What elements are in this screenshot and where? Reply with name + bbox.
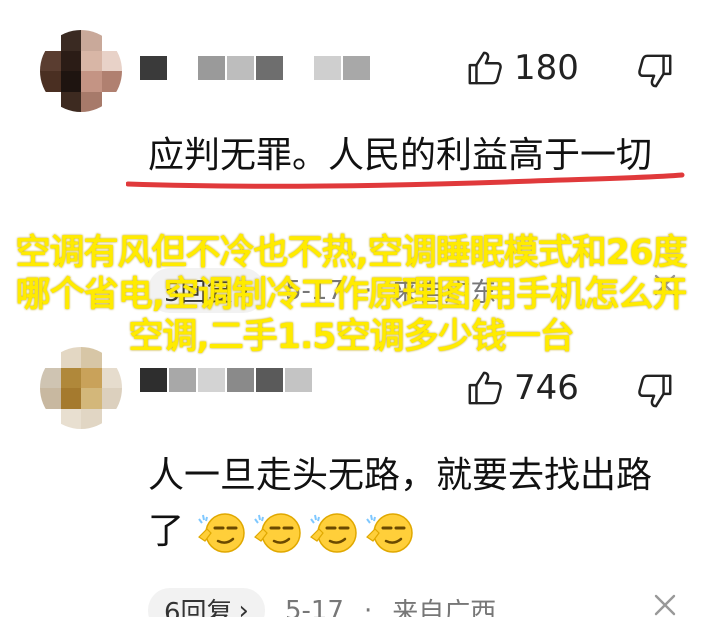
avatar[interactable]	[40, 347, 122, 429]
thumbs-down-icon[interactable]	[636, 372, 674, 410]
smirk-emoji-icon	[366, 513, 414, 553]
close-icon[interactable]	[652, 592, 678, 617]
comment-location: 来自广西	[392, 598, 497, 617]
avatar[interactable]	[40, 30, 122, 112]
username-blurred[interactable]	[140, 368, 312, 392]
username-blurred[interactable]	[140, 56, 370, 80]
thumbs-up-icon	[468, 371, 502, 405]
replies-label: 6回复	[164, 598, 233, 617]
separator-dot: ·	[363, 595, 373, 617]
smirk-emoji-icon	[310, 513, 358, 553]
overlay-caption: 空调有风但不冷也不热,空调睡眠模式和26度哪个省电,空调制冷工作原理图,用手机怎…	[15, 233, 687, 357]
comment-date: 5-17	[284, 595, 344, 617]
thumbs-up-icon	[468, 51, 502, 85]
like-button[interactable]: 180	[466, 48, 579, 88]
like-button[interactable]: 746	[466, 368, 579, 408]
red-underline	[126, 172, 685, 189]
replies-button[interactable]: 6回复 ›	[148, 588, 265, 617]
thumbs-down-icon[interactable]	[636, 52, 674, 90]
like-count: 180	[514, 48, 579, 88]
chevron-right-icon: ›	[238, 595, 249, 617]
comment-meta: 6回复 › 5-17 · 来自广西	[148, 588, 496, 617]
comment-text: 人一旦走头无路，就要去找出路了	[148, 448, 668, 560]
smirk-emoji-icon	[198, 513, 246, 553]
like-count: 746	[514, 368, 579, 408]
smirk-emoji-icon	[254, 513, 302, 553]
